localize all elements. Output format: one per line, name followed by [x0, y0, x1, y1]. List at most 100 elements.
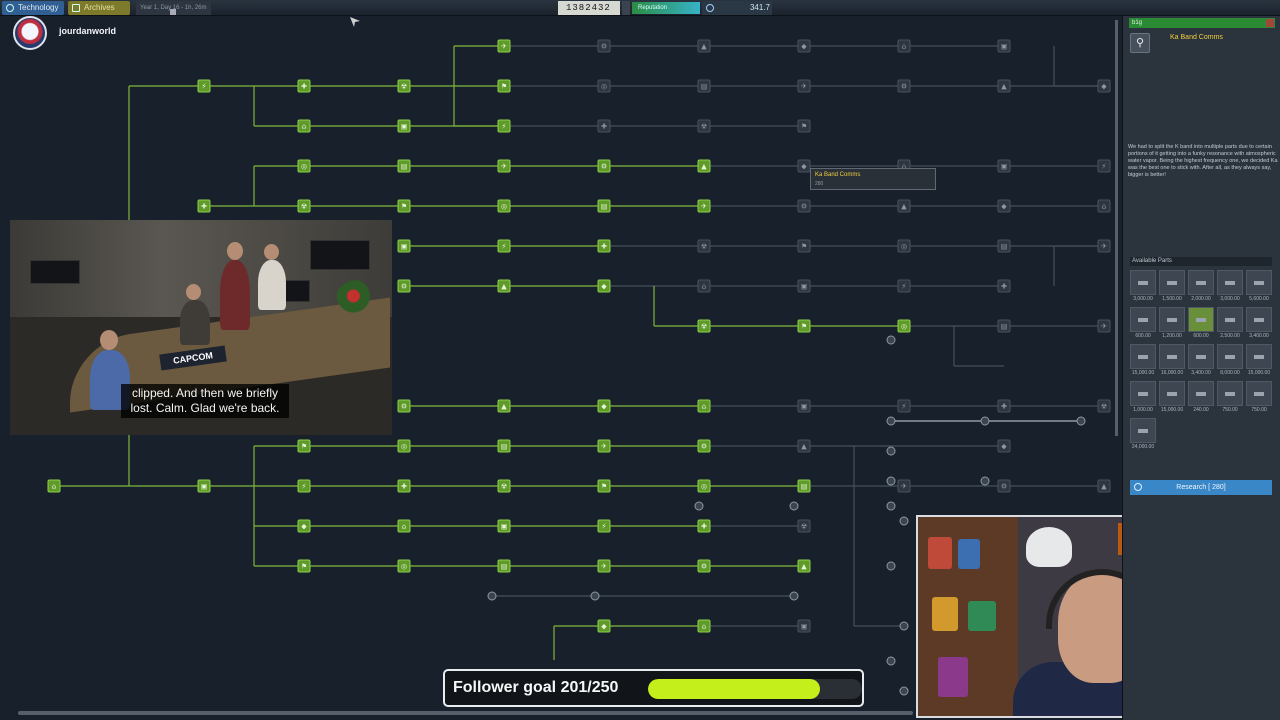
tech-node[interactable]: ⚡: [897, 279, 911, 293]
tech-node[interactable]: ⚙: [397, 399, 411, 413]
tab-technology[interactable]: Technology: [2, 1, 64, 15]
available-part[interactable]: 15,000.00: [1130, 344, 1156, 378]
tech-node[interactable]: ◆: [997, 439, 1011, 453]
part-node-icon[interactable]: [487, 591, 497, 601]
tech-node[interactable]: ▣: [397, 119, 411, 133]
available-part[interactable]: 24,000.00: [1130, 418, 1156, 452]
tech-node[interactable]: ▲: [497, 399, 511, 413]
tech-node[interactable]: ✚: [997, 399, 1011, 413]
available-part[interactable]: 15,000.00: [1246, 344, 1272, 378]
tech-node[interactable]: ✈: [797, 79, 811, 93]
tech-node[interactable]: ◆: [997, 199, 1011, 213]
tech-node[interactable]: ⚡: [297, 479, 311, 493]
tech-node[interactable]: ◆: [797, 159, 811, 173]
tech-node[interactable]: ▤: [697, 79, 711, 93]
available-part[interactable]: 2,000.00: [1188, 270, 1214, 304]
tech-node[interactable]: ⚙: [397, 279, 411, 293]
tech-node[interactable]: ◎: [397, 439, 411, 453]
tech-node[interactable]: ◎: [597, 79, 611, 93]
available-part[interactable]: 3,400.00: [1188, 344, 1214, 378]
tech-node[interactable]: ✚: [397, 479, 411, 493]
part-node-icon[interactable]: [899, 516, 909, 526]
horizontal-scrollbar[interactable]: [18, 711, 913, 715]
part-node-icon[interactable]: [789, 591, 799, 601]
tech-node[interactable]: ▲: [797, 559, 811, 573]
tech-node[interactable]: ⚙: [897, 79, 911, 93]
tech-node[interactable]: ◆: [597, 619, 611, 633]
tech-node[interactable]: ◎: [497, 199, 511, 213]
tech-node[interactable]: ☢: [697, 239, 711, 253]
tech-node[interactable]: ▣: [997, 39, 1011, 53]
tech-node[interactable]: ▤: [397, 159, 411, 173]
tech-node[interactable]: ✈: [497, 159, 511, 173]
part-node-icon[interactable]: [590, 591, 600, 601]
part-node-icon[interactable]: [980, 416, 990, 426]
tech-node[interactable]: ⚑: [797, 319, 811, 333]
tech-node[interactable]: ⚑: [297, 439, 311, 453]
part-node-icon[interactable]: [886, 656, 896, 666]
tech-node[interactable]: ▲: [1097, 479, 1111, 493]
tab-archives[interactable]: Archives: [68, 1, 130, 15]
tech-node[interactable]: ⌂: [697, 399, 711, 413]
tech-node[interactable]: ▤: [997, 239, 1011, 253]
tech-node[interactable]: ✈: [1097, 239, 1111, 253]
available-part[interactable]: 1,500.00: [1159, 270, 1185, 304]
tech-node[interactable]: ▲: [697, 39, 711, 53]
tech-node[interactable]: ▤: [997, 319, 1011, 333]
tech-node[interactable]: ⚑: [597, 479, 611, 493]
available-part[interactable]: 2,500.00: [1217, 307, 1243, 341]
tech-node[interactable]: ◆: [597, 279, 611, 293]
tech-node[interactable]: ⚙: [697, 439, 711, 453]
available-part[interactable]: 1,200.00: [1159, 307, 1185, 341]
tech-node[interactable]: ▤: [597, 199, 611, 213]
tech-node[interactable]: ▣: [797, 399, 811, 413]
available-part[interactable]: 8,000.00: [1217, 344, 1243, 378]
tech-node[interactable]: ☢: [1097, 399, 1111, 413]
tech-node[interactable]: ⚡: [497, 239, 511, 253]
tech-node[interactable]: ⚙: [597, 159, 611, 173]
part-node-icon[interactable]: [899, 621, 909, 631]
available-part[interactable]: 15,000.00: [1159, 381, 1185, 415]
tech-node[interactable]: ☢: [397, 79, 411, 93]
tech-node[interactable]: ⚑: [797, 239, 811, 253]
tech-node[interactable]: ◎: [897, 239, 911, 253]
tech-node[interactable]: ✚: [597, 119, 611, 133]
tech-node[interactable]: ▲: [797, 439, 811, 453]
tech-node[interactable]: ✚: [697, 519, 711, 533]
part-node-icon[interactable]: [886, 335, 896, 345]
tech-node[interactable]: ◆: [297, 519, 311, 533]
tech-node[interactable]: ▣: [797, 279, 811, 293]
tech-node[interactable]: ▣: [997, 159, 1011, 173]
tech-node[interactable]: ✈: [697, 199, 711, 213]
tech-node[interactable]: ☢: [797, 519, 811, 533]
tech-node[interactable]: ☢: [297, 199, 311, 213]
available-part[interactable]: 750.00: [1217, 381, 1243, 415]
part-node-icon[interactable]: [886, 501, 896, 511]
tech-node[interactable]: ⚑: [797, 119, 811, 133]
available-part[interactable]: 750.00: [1246, 381, 1272, 415]
tech-node[interactable]: ◎: [697, 479, 711, 493]
tech-node[interactable]: ✈: [597, 559, 611, 573]
tech-node[interactable]: ⌂: [697, 619, 711, 633]
close-icon[interactable]: [1266, 19, 1274, 27]
time-warp-marker[interactable]: [170, 9, 176, 15]
available-part[interactable]: 5,600.00: [1246, 270, 1272, 304]
part-node-icon[interactable]: [886, 561, 896, 571]
tech-node[interactable]: ⚡: [497, 119, 511, 133]
tech-node[interactable]: ▣: [497, 519, 511, 533]
tech-node[interactable]: ◎: [297, 159, 311, 173]
tech-node[interactable]: ⚡: [197, 79, 211, 93]
tech-node[interactable]: ◆: [597, 399, 611, 413]
part-node-icon[interactable]: [980, 476, 990, 486]
tech-node[interactable]: ▣: [797, 619, 811, 633]
tech-node[interactable]: ✈: [1097, 319, 1111, 333]
tech-node[interactable]: ⚙: [997, 479, 1011, 493]
tech-node[interactable]: ⚑: [397, 199, 411, 213]
vertical-scrollbar[interactable]: [1115, 20, 1118, 436]
tech-node[interactable]: ⚙: [697, 559, 711, 573]
tech-node[interactable]: ⚡: [597, 519, 611, 533]
part-node-icon[interactable]: [789, 501, 799, 511]
tech-node[interactable]: ▲: [897, 199, 911, 213]
tech-node[interactable]: ◆: [1097, 79, 1111, 93]
tech-node[interactable]: ▤: [797, 479, 811, 493]
